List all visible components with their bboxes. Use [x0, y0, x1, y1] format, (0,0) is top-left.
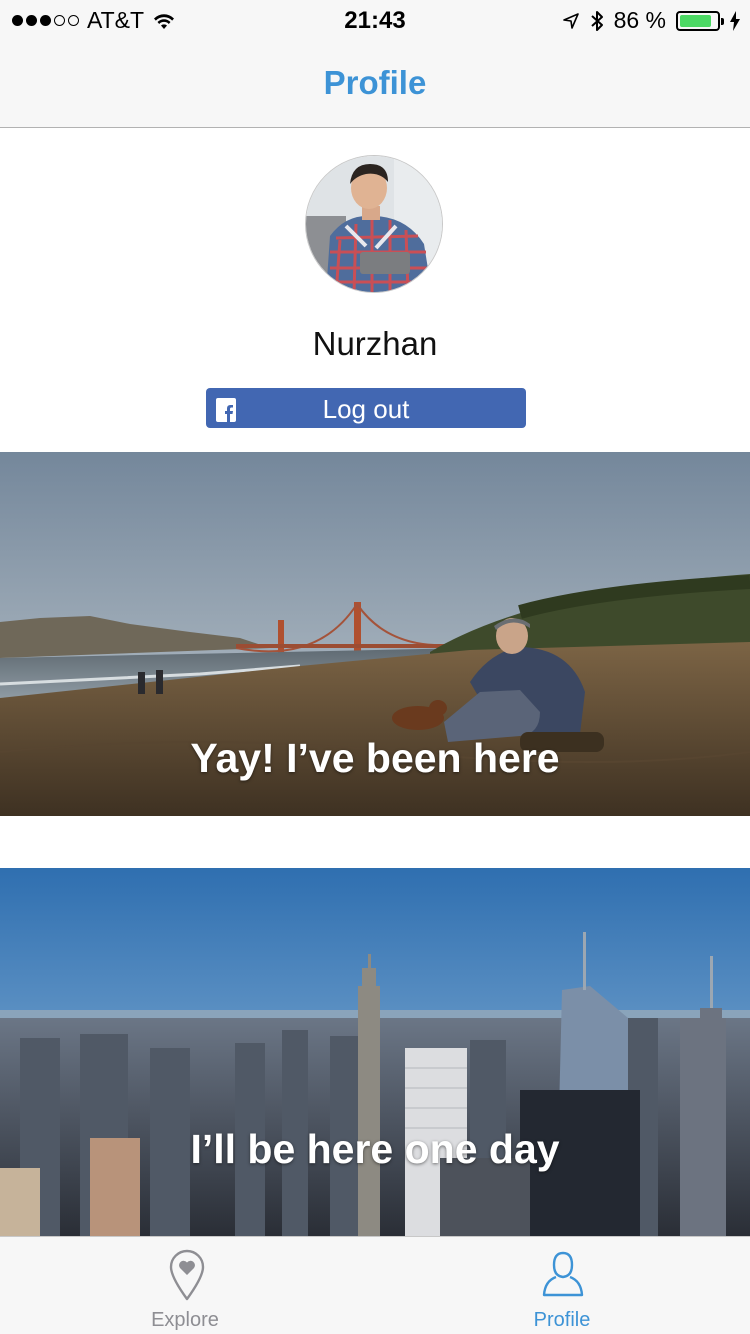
profile-screen: AT&T 21:43 86 % Profile Nurzhan Log out … [0, 0, 750, 1334]
tab-bar: Explore Profile [0, 1236, 750, 1334]
map-pin-heart-icon [169, 1249, 205, 1301]
avatar [305, 155, 443, 293]
tab-profile[interactable]: Profile [375, 1237, 750, 1334]
charging-bolt-icon [730, 10, 740, 31]
wishlist-card-caption: I’ll be here one day [190, 1126, 560, 1172]
username: Nurzhan [312, 325, 438, 362]
battery-icon [676, 10, 724, 31]
bluetooth-icon [590, 10, 603, 31]
person-icon [542, 1251, 584, 1297]
visited-places-card[interactable]: Yay! I’ve been here [0, 452, 750, 816]
facebook-logout-button[interactable]: Log out [206, 388, 526, 428]
city-skyline-photo [0, 868, 750, 1236]
tab-profile-label: Profile [533, 1309, 591, 1331]
battery-percent: 86 % [613, 7, 666, 33]
battery-level [680, 14, 711, 27]
navigation-bar: Profile [0, 40, 750, 128]
visited-card-caption: Yay! I’ve been here [190, 735, 560, 781]
status-right: 86 % [562, 7, 740, 34]
location-arrow-icon [562, 12, 579, 29]
avatar-photo [306, 156, 442, 292]
status-bar: AT&T 21:43 86 % [0, 0, 750, 40]
page-title: Profile [323, 64, 427, 101]
wishlist-places-card[interactable]: I’ll be here one day [0, 868, 750, 1236]
logout-label: Log out [322, 394, 410, 424]
